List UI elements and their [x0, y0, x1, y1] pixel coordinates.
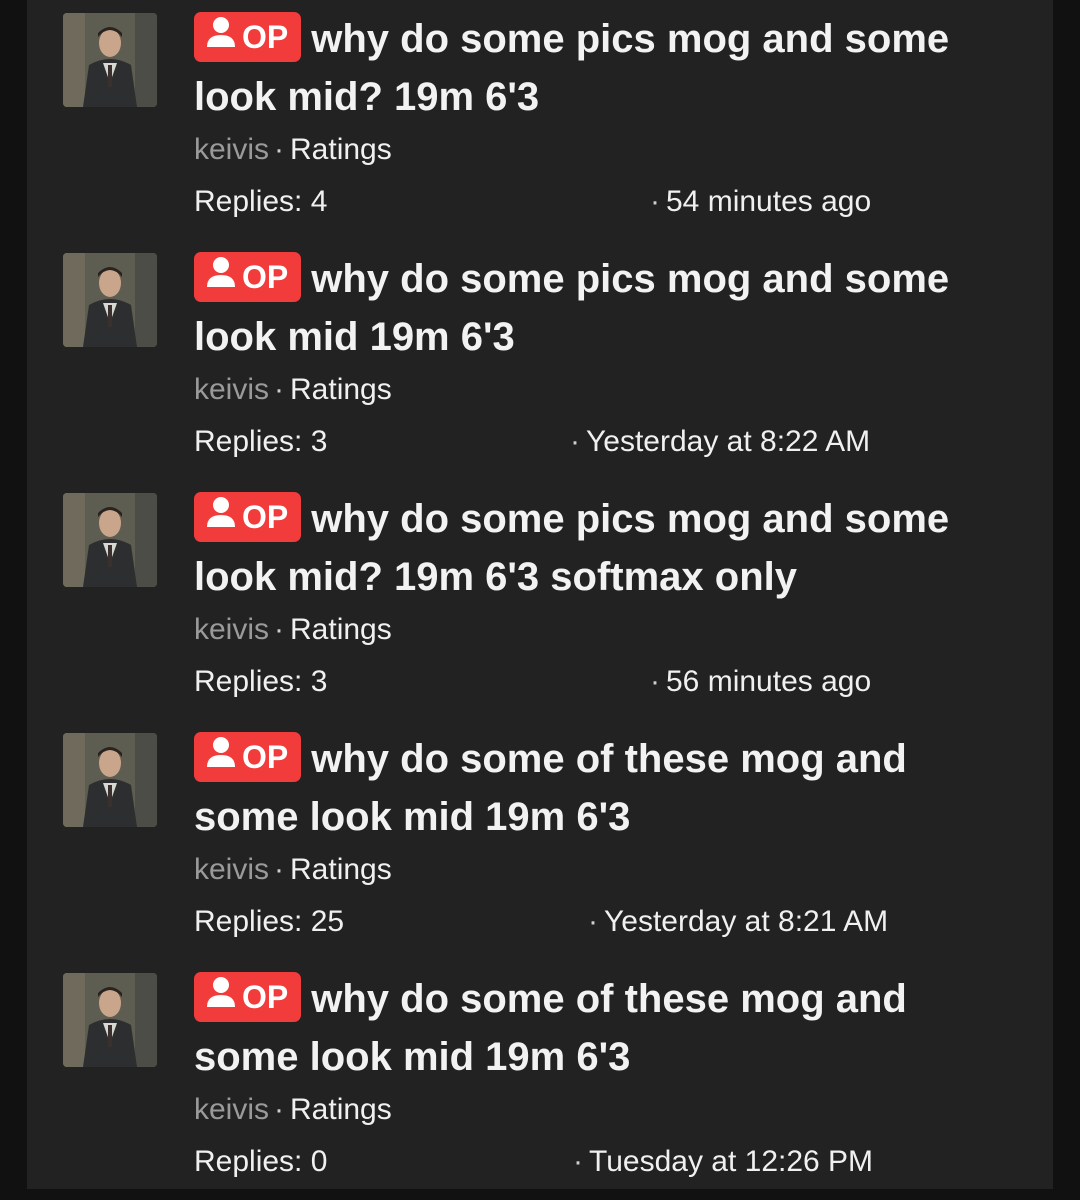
reply-count: Replies: 25 — [194, 905, 345, 938]
meta-separator: · — [274, 613, 285, 646]
avatar[interactable] — [63, 973, 157, 1067]
forum-link[interactable]: Ratings — [290, 133, 392, 166]
person-icon — [206, 492, 236, 542]
thread-title-text[interactable]: why do some pics mog and some look mid? … — [194, 17, 949, 119]
avatar-image — [63, 253, 157, 347]
avatar-image — [63, 13, 157, 107]
avatar[interactable] — [63, 13, 157, 107]
avatar[interactable] — [63, 493, 157, 587]
forum-link[interactable]: Ratings — [290, 373, 392, 406]
last-post-time[interactable]: · Yesterday at 8:21 AM — [588, 905, 888, 939]
avatar[interactable] — [63, 253, 157, 347]
op-badge: OP — [194, 972, 302, 1023]
reply-count: Replies: 3 — [194, 665, 328, 698]
thread-title[interactable]: OP why do some of these mog and some look… — [194, 730, 994, 846]
reply-count: Replies: 3 — [194, 425, 328, 458]
last-post-time-text: Yesterday at 8:22 AM — [586, 425, 871, 458]
meta-separator: · — [274, 853, 285, 886]
reply-count: Replies: 4 — [194, 185, 328, 218]
last-post-time[interactable]: · Yesterday at 8:22 AM — [570, 425, 870, 459]
time-separator: · — [570, 425, 580, 458]
op-badge: OP — [194, 492, 302, 543]
meta-separator: · — [274, 1093, 285, 1126]
meta-separator: · — [274, 373, 285, 406]
forum-link[interactable]: Ratings — [290, 853, 392, 886]
person-icon — [206, 252, 236, 302]
last-post-time-text: 56 minutes ago — [666, 665, 872, 698]
thread-list: OP why do some pics mog and some look mid… — [27, 0, 1053, 1189]
avatar-image — [63, 973, 157, 1067]
last-post-time[interactable]: · 56 minutes ago — [650, 665, 871, 699]
author-link[interactable]: keivis — [194, 373, 269, 406]
op-badge: OP — [194, 12, 302, 63]
thread-row[interactable]: OP why do some pics mog and some look mid… — [27, 0, 1053, 240]
last-post-time[interactable]: · 54 minutes ago — [650, 185, 871, 219]
last-post-time-text: Tuesday at 12:26 PM — [589, 1145, 874, 1178]
op-badge-label: OP — [242, 739, 289, 776]
person-icon — [206, 972, 236, 1022]
forum-link[interactable]: Ratings — [290, 613, 392, 646]
op-badge-label: OP — [242, 979, 289, 1016]
last-post-time-text: 54 minutes ago — [666, 185, 872, 218]
thread-meta: keivis · Ratings — [194, 613, 392, 647]
thread-row[interactable]: OP why do some of these mog and some look… — [27, 960, 1053, 1200]
last-post-time[interactable]: · Tuesday at 12:26 PM — [573, 1145, 873, 1179]
author-link[interactable]: keivis — [194, 1093, 269, 1126]
author-link[interactable]: keivis — [194, 133, 269, 166]
forum-link[interactable]: Ratings — [290, 1093, 392, 1126]
thread-title[interactable]: OP why do some pics mog and some look mid… — [194, 490, 994, 606]
thread-row[interactable]: OP why do some of these mog and some look… — [27, 720, 1053, 960]
op-badge-label: OP — [242, 19, 289, 56]
thread-meta: keivis · Ratings — [194, 133, 392, 167]
time-separator: · — [650, 665, 660, 698]
thread-title[interactable]: OP why do some of these mog and some look… — [194, 970, 994, 1086]
time-separator: · — [573, 1145, 583, 1178]
thread-title[interactable]: OP why do some pics mog and some look mid… — [194, 250, 994, 366]
person-icon — [206, 12, 236, 62]
meta-separator: · — [274, 133, 285, 166]
thread-meta: keivis · Ratings — [194, 373, 392, 407]
thread-row[interactable]: OP why do some pics mog and some look mid… — [27, 480, 1053, 720]
avatar-image — [63, 733, 157, 827]
thread-meta: keivis · Ratings — [194, 1093, 392, 1127]
avatar[interactable] — [63, 733, 157, 827]
op-badge: OP — [194, 732, 302, 783]
thread-title[interactable]: OP why do some pics mog and some look mid… — [194, 10, 994, 126]
time-separator: · — [588, 905, 598, 938]
author-link[interactable]: keivis — [194, 853, 269, 886]
avatar-image — [63, 493, 157, 587]
thread-meta: keivis · Ratings — [194, 853, 392, 887]
reply-count: Replies: 0 — [194, 1145, 328, 1178]
thread-title-text[interactable]: why do some pics mog and some look mid 1… — [194, 257, 949, 359]
thread-title-text[interactable]: why do some pics mog and some look mid? … — [194, 497, 949, 599]
op-badge-label: OP — [242, 499, 289, 536]
last-post-time-text: Yesterday at 8:21 AM — [604, 905, 889, 938]
time-separator: · — [650, 185, 660, 218]
op-badge-label: OP — [242, 259, 289, 296]
op-badge: OP — [194, 252, 302, 303]
author-link[interactable]: keivis — [194, 613, 269, 646]
person-icon — [206, 732, 236, 782]
thread-row[interactable]: OP why do some pics mog and some look mid… — [27, 240, 1053, 480]
